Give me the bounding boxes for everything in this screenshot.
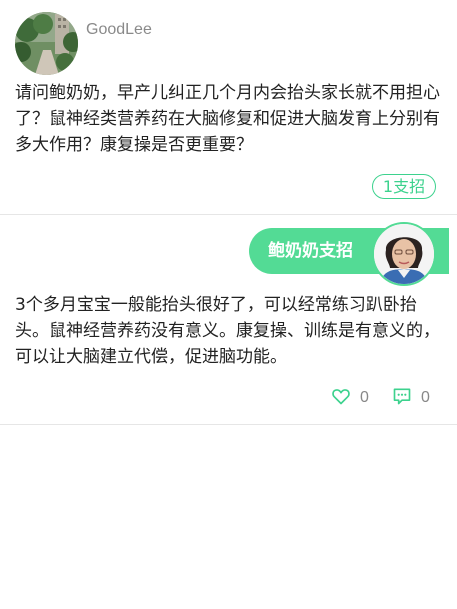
heart-outline-icon bbox=[331, 386, 351, 410]
like-button[interactable]: 0 bbox=[331, 386, 369, 410]
like-count: 0 bbox=[360, 389, 369, 406]
expert-answer-label: 鲍奶奶支招 bbox=[268, 241, 353, 261]
divider bbox=[0, 214, 457, 215]
expert-avatar[interactable] bbox=[372, 222, 436, 286]
comment-count: 0 bbox=[421, 389, 430, 406]
user-avatar[interactable] bbox=[15, 12, 78, 75]
question-text: 请问鲍奶奶，早产儿纠正几个月内会抬头家长就不用担心了？鼠神经类营养药在大脑修复和… bbox=[15, 83, 440, 155]
answer-text: 3个多月宝宝一般能抬头很好了，可以经常练习趴卧抬头。鼠神经营养药没有意义。康复操… bbox=[15, 295, 440, 367]
support-count-badge[interactable]: 1支招 bbox=[372, 174, 436, 199]
comment-button[interactable]: 0 bbox=[392, 386, 430, 410]
question-card: GoodLee 请问鲍奶奶，早产儿纠正几个月内会抬头家长就不用担心了？鼠神经类营… bbox=[0, 0, 457, 214]
username: GoodLee bbox=[86, 21, 152, 38]
speech-bubble-dots-icon bbox=[392, 386, 412, 410]
divider bbox=[0, 424, 457, 425]
